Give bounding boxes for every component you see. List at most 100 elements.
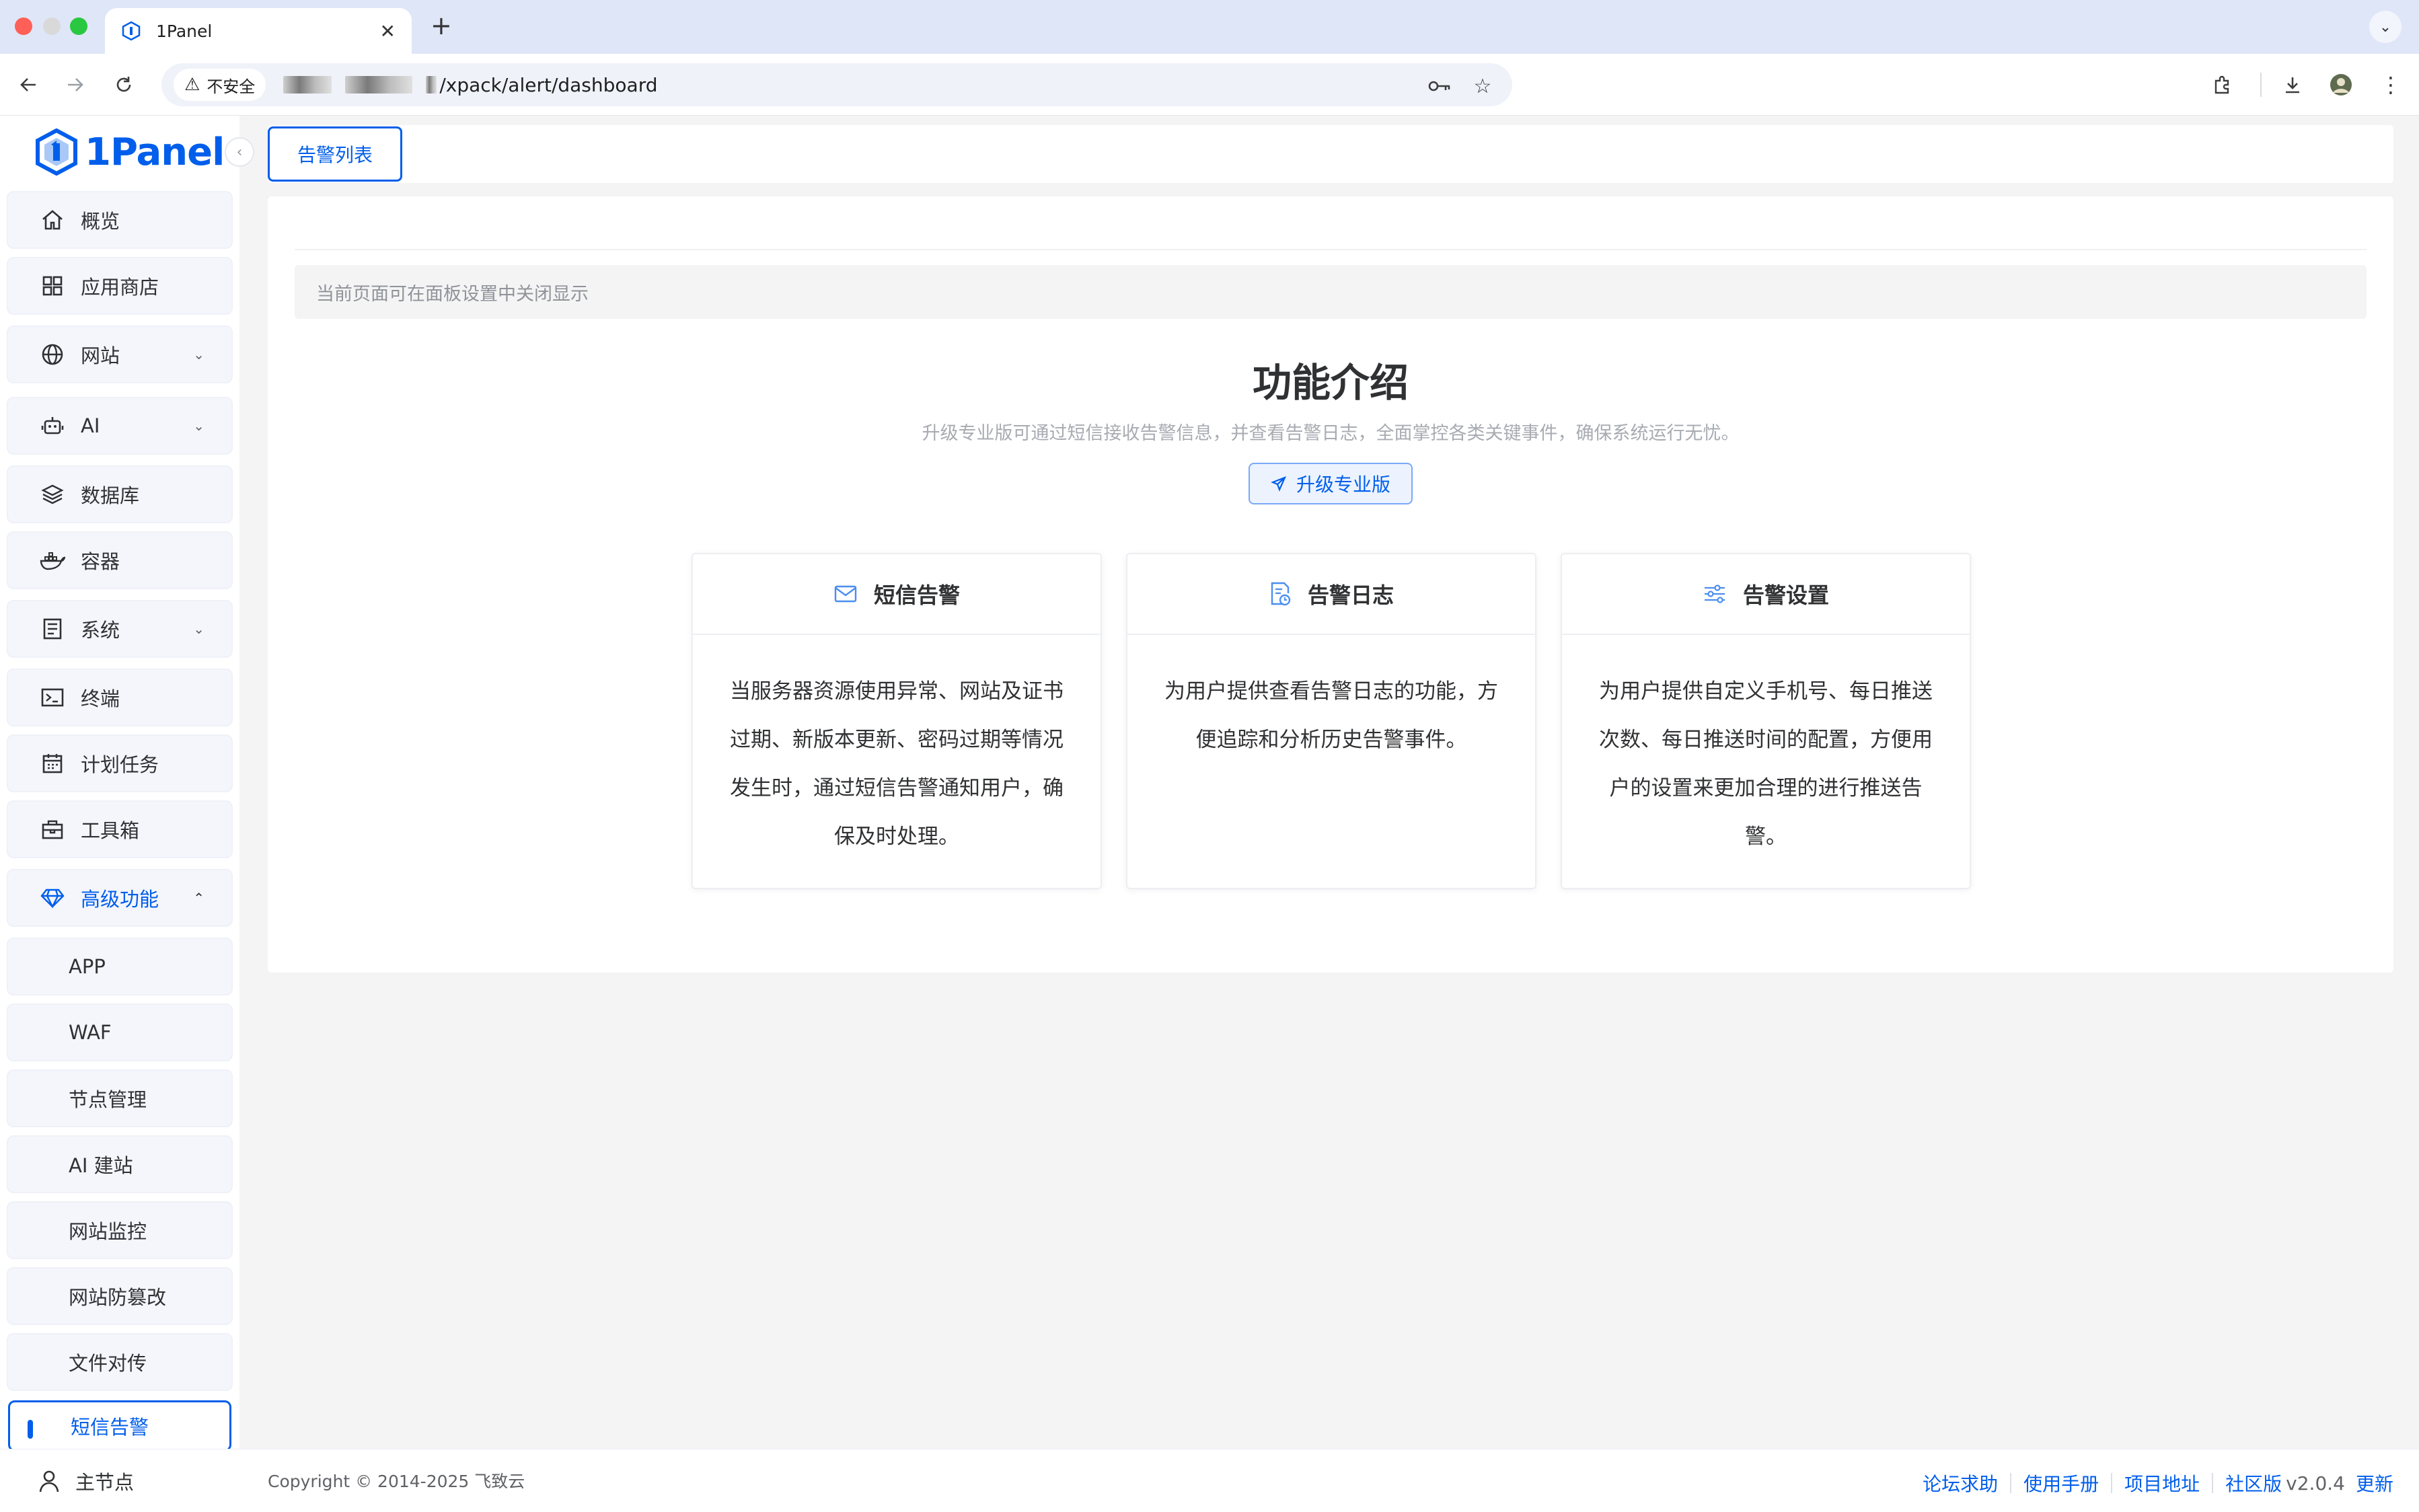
- back-button[interactable]: [12, 69, 44, 101]
- sidebar-subitem-site-monitor[interactable]: 网站监控: [7, 1201, 233, 1259]
- download-icon[interactable]: [2276, 69, 2309, 101]
- footer-separator: [2212, 1473, 2214, 1493]
- sidebar-item-website[interactable]: 网站 ⌄: [7, 326, 233, 383]
- sidebar-subitem-nodes[interactable]: 节点管理: [7, 1069, 233, 1127]
- docker-icon: [39, 547, 66, 574]
- card-header: 告警设置: [1562, 554, 1970, 635]
- robot-icon: [39, 412, 66, 439]
- bookmark-star-icon[interactable]: ☆: [1469, 73, 1496, 100]
- footer-link-forum[interactable]: 论坛求助: [1923, 1470, 1998, 1497]
- footer: Copyright © 2014-2025 飞致云 论坛求助 使用手册 项目地址…: [239, 1449, 2419, 1512]
- sidebar-subitem-sms-alert[interactable]: 短信告警: [8, 1400, 231, 1451]
- sidebar-subitem-waf[interactable]: WAF: [7, 1004, 233, 1061]
- server-list-icon: [39, 615, 66, 642]
- copyright-text: Copyright © 2014-2025 飞致云: [268, 1472, 525, 1491]
- sidebar-item-system[interactable]: 系统 ⌄: [7, 600, 233, 658]
- tab-title: 1Panel: [156, 21, 213, 41]
- chevron-up-icon: ⌃: [193, 890, 204, 906]
- security-indicator[interactable]: ⚠ 不安全: [174, 69, 266, 101]
- footer-separator: [2010, 1473, 2012, 1493]
- card-body: 为用户提供自定义手机号、每日推送次数、每日推送时间的配置，方便用户的设置来更加合…: [1599, 679, 1933, 849]
- terminal-icon: [39, 684, 66, 711]
- card-title: 告警日志: [1307, 582, 1394, 608]
- card-title: 告警设置: [1742, 582, 1829, 608]
- tab-alert-list[interactable]: 告警列表: [268, 126, 402, 182]
- close-tab-icon[interactable]: ✕: [380, 20, 396, 42]
- sidebar-subitem-file-transfer[interactable]: 文件对传: [7, 1333, 233, 1391]
- logo-text: 1Panel: [85, 130, 225, 174]
- globe-icon: [39, 341, 66, 368]
- sidebar-item-database[interactable]: 数据库: [7, 465, 233, 523]
- sidebar-item-label: 数据库: [81, 484, 140, 507]
- sidebar-item-overview[interactable]: 概览: [7, 191, 233, 249]
- sidebar-item-ai[interactable]: AI ⌄: [7, 397, 233, 455]
- sliders-icon: [1703, 583, 1727, 605]
- sidebar-item-app-store[interactable]: 应用商店: [7, 257, 233, 315]
- calendar-icon: [39, 750, 66, 777]
- forward-button[interactable]: [59, 69, 91, 101]
- card-body: 当服务器资源使用异常、网站及证书过期、新版本更新、密码过期等情况发生时，通过短信…: [730, 679, 1064, 849]
- divider: [295, 249, 2367, 250]
- sidebar-item-label: 节点管理: [69, 1088, 147, 1111]
- card-header: 告警日志: [1127, 554, 1535, 635]
- sidebar-item-container[interactable]: 容器: [7, 531, 233, 589]
- intro-description: 升级专业版可通过短信接收告警信息，并查看告警日志，全面掌控各类关键事件，确保系统…: [922, 423, 1740, 444]
- browser-tab[interactable]: 1Panel ✕: [105, 8, 412, 54]
- url-path: /xpack/alert/dashboard: [439, 73, 658, 96]
- card-body: 为用户提供查看告警日志的功能，方便追踪和分析历史告警事件。: [1164, 679, 1498, 752]
- new-tab-button[interactable]: +: [431, 11, 452, 40]
- sidebar-item-label: 文件对传: [69, 1352, 147, 1375]
- sidebar-item-label: AI: [81, 414, 100, 437]
- sidebar-item-terminal[interactable]: 终端: [7, 669, 233, 726]
- sidebar-item-label: APP: [69, 955, 106, 978]
- sidebar-item-label: 计划任务: [81, 753, 159, 776]
- reload-icon: [116, 77, 131, 92]
- sidebar-item-label: 工具箱: [81, 819, 140, 842]
- footer-link-manual[interactable]: 使用手册: [2023, 1470, 2099, 1497]
- update-link[interactable]: 更新: [2356, 1470, 2393, 1497]
- footer-link-edition[interactable]: 社区版: [2225, 1470, 2282, 1497]
- password-key-icon[interactable]: [1426, 73, 1453, 100]
- toolbox-icon: [39, 816, 66, 843]
- sidebar-item-label: 应用商店: [81, 276, 159, 299]
- mail-icon: [833, 584, 858, 604]
- chevron-down-icon: ⌄: [193, 621, 204, 637]
- 1panel-favicon-icon: [122, 21, 141, 41]
- upgrade-pro-button[interactable]: 升级专业版: [1249, 463, 1413, 504]
- sidebar-item-label: 终端: [81, 687, 120, 710]
- sidebar-item-label: 系统: [81, 619, 120, 642]
- sidebar-item-label: 网站防篡改: [69, 1286, 167, 1309]
- footer-link-project[interactable]: 项目地址: [2124, 1470, 2200, 1497]
- app-logo[interactable]: 1Panel: [35, 125, 225, 179]
- toolbar-divider: [2260, 73, 2262, 97]
- warning-icon: ⚠: [184, 75, 200, 95]
- current-node-selector[interactable]: 主节点: [0, 1449, 239, 1512]
- footer-separator: [2111, 1473, 2113, 1493]
- footer-links: 论坛求助 使用手册 项目地址 社区版 v2.0.4 更新: [1923, 1470, 2393, 1497]
- sidebar-item-label: 网站: [81, 344, 120, 367]
- home-icon: [39, 206, 66, 233]
- profile-avatar-icon[interactable]: [2325, 69, 2357, 101]
- redacted-host: [345, 76, 413, 93]
- browser-tabbar: 1Panel ✕ + ⌄: [0, 0, 2419, 54]
- sidebar-item-toolbox[interactable]: 工具箱: [7, 800, 233, 858]
- close-window-button[interactable]: [15, 17, 32, 35]
- collapse-sidebar-button[interactable]: ‹: [225, 137, 254, 167]
- upgrade-label: 升级专业版: [1296, 474, 1390, 496]
- sidebar-item-advanced[interactable]: 高级功能 ⌃: [7, 869, 233, 927]
- reload-button[interactable]: [108, 69, 140, 101]
- security-label: 不安全: [207, 77, 256, 96]
- sidebar-subitem-tamper[interactable]: 网站防篡改: [7, 1267, 233, 1325]
- address-bar[interactable]: ⚠ 不安全 /xpack/alert/dashboard ☆: [161, 63, 1512, 106]
- sidebar-subitem-ai-site[interactable]: AI 建站: [7, 1135, 233, 1193]
- sidebar-item-label: 高级功能: [81, 888, 159, 911]
- feature-intro-panel: 当前页面可在面板设置中关闭显示 功能介绍 升级专业版可通过短信接收告警信息，并查…: [268, 196, 2393, 973]
- tab-search-button[interactable]: ⌄: [2369, 11, 2402, 43]
- browser-menu-icon[interactable]: ⋮: [2375, 69, 2407, 101]
- maximize-window-button[interactable]: [70, 17, 87, 35]
- sidebar-subitem-app[interactable]: APP: [7, 938, 233, 995]
- chevron-down-icon: ⌄: [193, 418, 204, 434]
- extensions-icon[interactable]: [2206, 69, 2239, 101]
- minimize-window-button[interactable]: [43, 17, 61, 35]
- sidebar-item-cron[interactable]: 计划任务: [7, 734, 233, 792]
